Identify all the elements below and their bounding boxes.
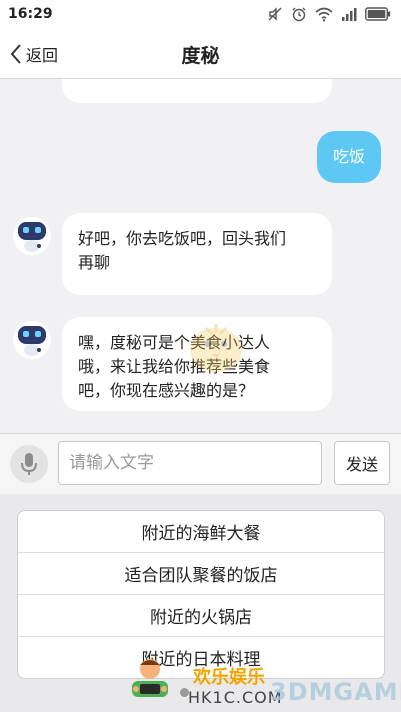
watermark-domain: HK1C.COM (188, 688, 283, 707)
suggestion-list: 附近的海鲜大餐 适合团队聚餐的饭店 附近的火锅店 附近的日本料理 (17, 510, 385, 679)
watermark-brand-right: 3DMGAME (270, 678, 401, 706)
input-bar: 请输入文字 发送 (0, 433, 401, 495)
status-icons (267, 6, 391, 22)
user-message-text: 吃饭 (332, 147, 365, 166)
battery-icon (365, 7, 391, 21)
alarm-icon (292, 7, 306, 22)
microphone-icon (21, 453, 37, 475)
status-bar: 16:29 (0, 0, 401, 30)
suggestion-item[interactable]: 附近的海鲜大餐 (18, 511, 384, 553)
send-button[interactable]: 发送 (334, 441, 390, 485)
chat-area[interactable]: 吃饭 好吧，你去吃饭吧，回头我们 再聊 嘿，度秘可是个美食小达人 哦，来让我给你… (0, 79, 401, 433)
signal-icon (342, 8, 357, 21)
back-button[interactable]: 返回 (10, 40, 58, 68)
bot-message-line: 再聊 (78, 253, 111, 272)
watermark-gamer-icon (132, 659, 168, 697)
wifi-icon (315, 7, 333, 22)
nav-bar: 度秘 返回 (0, 30, 401, 79)
watermark-brand-cn: 欢乐娱乐 (193, 667, 265, 688)
chevron-left-icon (10, 44, 21, 64)
bot-message-line: 好吧，你去吃饭吧，回头我们 (78, 229, 287, 248)
mute-icon (268, 7, 282, 21)
message-bubble-partial (62, 79, 332, 103)
bot-avatar[interactable] (12, 216, 52, 256)
suggestion-item[interactable]: 适合团队聚餐的饭店 (18, 553, 384, 595)
page-title: 度秘 (181, 45, 220, 67)
suggestion-item[interactable]: 附近的火锅店 (18, 595, 384, 637)
bot-message-bubble[interactable]: 好吧，你去吃饭吧，回头我们 再聊 (62, 213, 332, 295)
back-label: 返回 (26, 46, 59, 65)
message-input[interactable]: 请输入文字 (58, 441, 322, 485)
voice-input-button[interactable] (10, 445, 48, 483)
bot-avatar[interactable] (12, 320, 52, 360)
watermark-chick-icon (190, 324, 242, 372)
status-time: 16:29 (8, 6, 53, 22)
user-message-bubble[interactable]: 吃饭 (316, 131, 381, 183)
